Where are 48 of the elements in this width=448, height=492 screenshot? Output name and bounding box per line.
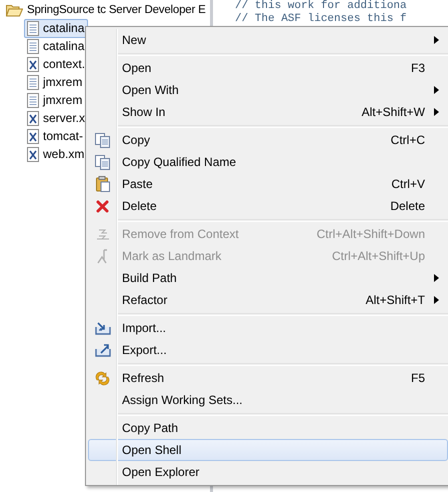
tree-item[interactable]: context. <box>24 54 90 74</box>
xml-file-icon <box>27 110 39 126</box>
menu-item[interactable]: Refresh F5 <box>88 367 448 389</box>
refresh-icon <box>95 370 110 386</box>
text-file-icon <box>27 74 39 90</box>
menu-item[interactable]: Paste Ctrl+V <box>88 173 448 195</box>
xml-file-icon <box>27 56 39 72</box>
paste-icon <box>96 176 110 192</box>
submenu-arrow-icon <box>434 36 438 44</box>
menu-item[interactable]: Build Path <box>88 267 448 289</box>
delete-icon <box>96 200 109 212</box>
submenu-arrow-icon <box>434 108 438 116</box>
xml-file-icon <box>27 128 39 144</box>
export-icon <box>94 343 110 357</box>
copy-icon <box>95 154 110 170</box>
code-line: // The ASF licenses this f <box>235 13 408 26</box>
menu-item[interactable]: Export... <box>88 339 448 361</box>
tree-item[interactable]: jmxrem <box>24 72 86 92</box>
menu-item[interactable]: Open Explorer <box>88 461 448 483</box>
menu-item[interactable]: Copy Path <box>88 417 448 439</box>
tree-item[interactable]: jmxrem <box>24 90 86 110</box>
tree-item[interactable]: web.xm <box>24 144 88 164</box>
menu-item[interactable]: Refactor Alt+Shift+T <box>88 289 448 311</box>
menu-item[interactable]: Assign Working Sets... <box>88 389 448 411</box>
tree-item[interactable]: SpringSource tc Server Developer E <box>27 4 206 16</box>
submenu-arrow-icon <box>434 86 438 94</box>
tree-item[interactable]: tomcat- <box>24 126 88 146</box>
menu-item[interactable]: New <box>88 29 448 51</box>
text-file-icon <box>27 20 39 36</box>
submenu-arrow-icon <box>434 296 438 304</box>
menu-item[interactable]: Copy Qualified Name <box>88 151 448 173</box>
menu-item[interactable]: Delete Delete <box>88 195 448 217</box>
tree-item[interactable]: catalina <box>24 36 88 56</box>
xml-file-icon <box>27 146 39 162</box>
menu-item[interactable]: Open Shell <box>88 439 448 461</box>
tree-item[interactable]: server.x <box>24 108 90 128</box>
menu-item[interactable]: Import... <box>88 317 448 339</box>
menu-item[interactable]: Show In Alt+Shift+W <box>88 101 448 123</box>
text-file-icon <box>27 92 39 108</box>
text-file-icon <box>27 38 39 54</box>
submenu-arrow-icon <box>434 274 438 282</box>
menu-item[interactable]: Open F3 <box>88 57 448 79</box>
import-icon <box>94 322 110 334</box>
tree-item[interactable]: catalina <box>24 18 88 38</box>
copy-icon <box>95 132 110 148</box>
code-line: // this work for additiona <box>235 0 408 13</box>
menu-item[interactable]: Open With <box>88 79 448 101</box>
menu-item[interactable]: Copy Ctrl+C <box>88 129 448 151</box>
